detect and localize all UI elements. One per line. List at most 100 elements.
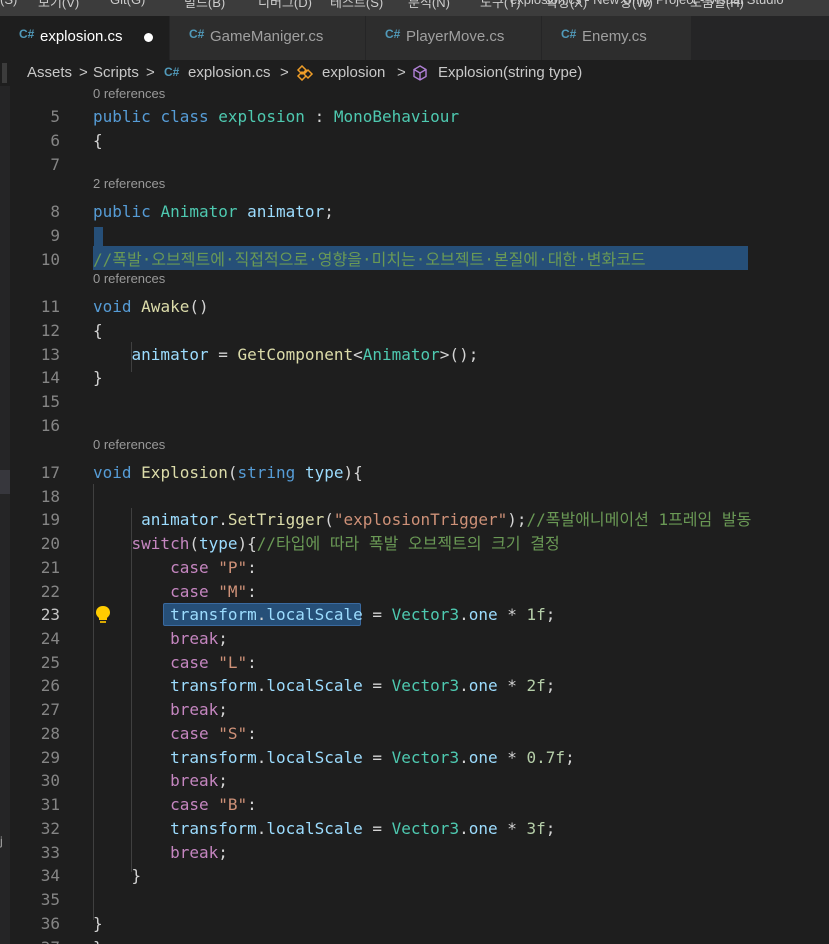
code-line[interactable]: 17 void Explosion(string type){	[10, 461, 829, 484]
codelens-references[interactable]: 0 references	[10, 437, 829, 460]
code-token: void	[93, 297, 142, 316]
code-line[interactable]: 12 {	[10, 319, 829, 342]
menu-item[interactable]: 테스트(S)	[330, 0, 383, 11]
code-line[interactable]: 29 transform.localScale = Vector3.one * …	[10, 746, 829, 769]
code-token: case	[93, 582, 219, 601]
code-line[interactable]: 33 break;	[10, 841, 829, 864]
breadcrumb-method[interactable]: Explosion(string type)	[438, 64, 582, 81]
line-number: 11	[40, 297, 60, 316]
line-number: 24	[40, 629, 60, 648]
code-token: :	[247, 653, 257, 672]
code-text: case "P":	[93, 556, 257, 579]
code-text: break;	[93, 841, 228, 864]
code-token: 2f	[526, 676, 546, 695]
code-line[interactable]: 14}	[10, 366, 829, 389]
menu-item[interactable]: 디버그(D)	[258, 0, 312, 11]
code-token: 1f	[526, 605, 546, 624]
codelens-references[interactable]: 0 references	[10, 271, 829, 294]
menu-item[interactable]: 보기(V)	[38, 0, 79, 11]
breadcrumb-assets[interactable]: Assets	[27, 64, 72, 81]
breadcrumb-file[interactable]: explosion.cs	[188, 64, 271, 81]
code-token: string	[237, 463, 305, 482]
code-line[interactable]: 8 public Animator animator;	[10, 200, 829, 223]
code-token: ()	[189, 297, 209, 316]
code-token: one	[468, 819, 498, 838]
code-line[interactable]: 20 switch(type){//타입에 따라 폭발 오브젝트의 크기 결정	[10, 532, 829, 555]
menu-item[interactable]: 분석(N)	[408, 0, 450, 11]
code-line[interactable]: 26 transform.localScale = Vector3.one * …	[10, 674, 829, 697]
code-text: }	[93, 864, 142, 887]
code-editor[interactable]: 0 references 5 public class explosion : Mo…	[10, 86, 829, 944]
line-number: 21	[40, 558, 60, 577]
code-line[interactable]: 10 //폭발·오브젝트에·직접적으로·영향을·미치는·오브젝트·본질에·대한·변…	[10, 248, 829, 271]
code-token: one	[468, 676, 498, 695]
code-line[interactable]: 22 case "M":	[10, 580, 829, 603]
code-token: public	[93, 202, 161, 221]
code-token: "explosionTrigger"	[333, 510, 508, 529]
code-token: (	[227, 463, 238, 482]
tab-explosion[interactable]: C# explosion.cs	[0, 16, 170, 60]
code-line[interactable]: 24 break;	[10, 627, 829, 650]
code-token: ;	[545, 676, 556, 695]
code-line[interactable]: 27 break;	[10, 698, 829, 721]
code-text: transform.localScale = Vector3.one * 3f;	[93, 817, 555, 840]
code-line[interactable]: 31 case "B":	[10, 793, 829, 816]
code-token: 0.7f	[526, 748, 566, 767]
code-line[interactable]: 30 break;	[10, 769, 829, 792]
code-line[interactable]: 32 transform.localScale = Vector3.one * …	[10, 817, 829, 840]
code-line[interactable]: 37}	[10, 936, 829, 944]
codelens-label[interactable]: 2 references	[93, 176, 165, 191]
code-token: animator	[237, 202, 325, 221]
codelens-label[interactable]: 0 references	[93, 437, 165, 452]
code-token: .	[256, 748, 267, 767]
code-line[interactable]: 25 case "L":	[10, 651, 829, 674]
code-token: Awake	[141, 297, 190, 316]
breadcrumb-scripts[interactable]: Scripts	[93, 64, 139, 81]
code-line[interactable]: 9	[10, 224, 829, 247]
tab-playermove[interactable]: C# PlayerMove.cs	[366, 16, 542, 60]
menu-item[interactable]: 빌드(B)	[184, 0, 225, 11]
code-line[interactable]: 23 transform.localScale = Vector3.one * …	[10, 603, 829, 626]
line-number: 18	[40, 487, 60, 506]
codelens-references[interactable]: 2 references	[10, 176, 829, 199]
unsaved-dot-icon[interactable]	[144, 33, 153, 42]
code-token: switch	[93, 534, 190, 553]
code-line[interactable]: 21 case "P":	[10, 556, 829, 579]
code-line[interactable]: 18	[10, 485, 829, 508]
breadcrumb-class[interactable]: explosion	[322, 64, 385, 81]
code-token: explosion	[218, 107, 305, 126]
code-token: ){	[237, 534, 257, 553]
code-text: public class explosion : MonoBehaviour	[93, 105, 459, 128]
code-line[interactable]: 16	[10, 414, 829, 437]
code-token: =	[362, 676, 392, 695]
code-line[interactable]: 35	[10, 888, 829, 911]
menu-item[interactable]: Git(G)	[110, 0, 145, 7]
code-line[interactable]: 15	[10, 390, 829, 413]
code-line[interactable]: 34 }	[10, 864, 829, 887]
code-token: void	[93, 463, 142, 482]
code-line[interactable]: 6{	[10, 129, 829, 152]
code-text: animator.SetTrigger("explosionTrigger");…	[93, 508, 751, 531]
tab-gamemaniger[interactable]: C# GameManiger.cs	[170, 16, 366, 60]
code-token: SetTrigger	[227, 510, 325, 529]
code-token: Animator	[362, 345, 440, 364]
code-line[interactable]: 36}	[10, 912, 829, 935]
csharp-file-icon: C#	[189, 27, 205, 41]
code-text: break;	[93, 627, 228, 650]
tab-enemy[interactable]: C# Enemy.cs	[542, 16, 692, 60]
code-token: =	[362, 819, 392, 838]
codelens-label[interactable]: 0 references	[93, 86, 165, 101]
code-line[interactable]: 7	[10, 153, 829, 176]
code-line[interactable]: 28 case "S":	[10, 722, 829, 745]
code-line[interactable]: 13 animator = GetComponent<Animator>();	[10, 343, 829, 366]
line-number: 33	[40, 843, 60, 862]
code-line[interactable]: 19 animator.SetTrigger("explosionTrigger…	[10, 508, 829, 531]
menu-item[interactable]: (S)	[0, 0, 17, 7]
line-number: 35	[40, 890, 60, 909]
code-token: Vector3	[391, 605, 460, 624]
code-text: void Awake()	[93, 295, 209, 318]
code-line[interactable]: 11 void Awake()	[10, 295, 829, 318]
code-text: void Explosion(string type){	[93, 461, 363, 484]
codelens-label[interactable]: 0 references	[93, 271, 165, 286]
code-line[interactable]: 5 public class explosion : MonoBehaviour	[10, 105, 829, 128]
